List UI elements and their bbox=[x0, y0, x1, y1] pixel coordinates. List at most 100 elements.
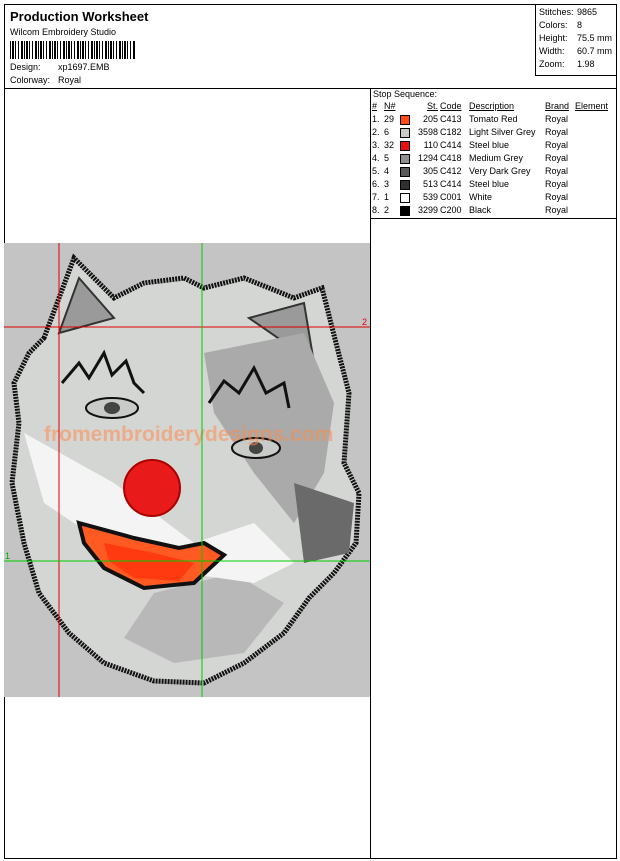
color-swatch-icon bbox=[400, 127, 410, 138]
stat-row: Colors: 8 bbox=[539, 19, 614, 32]
color-swatch-icon bbox=[400, 140, 410, 151]
row-index: 4. bbox=[372, 153, 380, 163]
row-element bbox=[574, 126, 609, 139]
row-code: C413 bbox=[440, 114, 462, 124]
stat-label: Colors: bbox=[539, 20, 568, 30]
design-value: xp1697.EMB bbox=[58, 62, 110, 72]
stat-row: Height: 75.5 mm bbox=[539, 32, 614, 45]
col-element: Element bbox=[575, 101, 609, 111]
stat-value: 75.5 mm bbox=[577, 33, 613, 43]
stat-value: 60.7 mm bbox=[577, 46, 613, 56]
table-row: 4. 5 1294 C418 Medium Grey Royal bbox=[371, 152, 609, 165]
table-row: 5. 4 305 C412 Very Dark Grey Royal bbox=[371, 165, 609, 178]
table-row: 6. 3 513 C414 Steel blue Royal bbox=[371, 178, 609, 191]
row-swatch bbox=[399, 139, 413, 152]
color-swatch-icon bbox=[400, 179, 410, 190]
row-brand: Royal bbox=[545, 127, 569, 137]
red-marker-label: 2 bbox=[362, 317, 367, 327]
design-preview: fromembroiderydesigns.com 2 1 bbox=[4, 243, 370, 697]
design-label: Design: bbox=[10, 62, 41, 72]
col-stitches: St. bbox=[426, 101, 438, 111]
row-code: C001 bbox=[440, 192, 462, 202]
row-brand: Royal bbox=[545, 192, 569, 202]
col-code: Code bbox=[440, 101, 462, 111]
row-index: 5. bbox=[372, 166, 380, 176]
table-row: 8. 2 3299 C200 Black Royal bbox=[371, 204, 609, 217]
row-index: 3. bbox=[372, 140, 380, 150]
color-swatch-icon bbox=[400, 153, 410, 164]
row-swatch bbox=[399, 191, 413, 204]
row-brand: Royal bbox=[545, 166, 569, 176]
stat-row: Width: 60.7 mm bbox=[539, 45, 614, 58]
row-code: C418 bbox=[440, 153, 462, 163]
stat-label: Height: bbox=[539, 33, 568, 43]
row-description: Medium Grey bbox=[469, 153, 524, 163]
row-description: Tomato Red bbox=[469, 114, 518, 124]
table-row: 1. 29 205 C413 Tomato Red Royal bbox=[371, 113, 609, 126]
color-swatch-icon bbox=[400, 205, 410, 216]
row-index: 8. bbox=[372, 205, 380, 215]
colorway-value: Royal bbox=[58, 75, 82, 85]
colorway-row: Colorway: Royal bbox=[10, 75, 81, 85]
stop-sequence-table: # N# St. Code Description Brand Element … bbox=[371, 100, 609, 217]
nose bbox=[123, 459, 181, 517]
row-needle: 29 bbox=[384, 114, 395, 124]
row-element bbox=[574, 204, 609, 217]
row-code: C412 bbox=[440, 166, 462, 176]
row-brand: Royal bbox=[545, 140, 569, 150]
row-swatch bbox=[399, 178, 413, 191]
row-code: C414 bbox=[440, 179, 462, 189]
stat-value: 1.98 bbox=[577, 59, 595, 69]
row-needle: 2 bbox=[384, 205, 390, 215]
table-header-row: # N# St. Code Description Brand Element bbox=[371, 100, 609, 113]
row-brand: Royal bbox=[545, 114, 569, 124]
row-needle: 32 bbox=[384, 140, 395, 150]
row-stitches: 3598 bbox=[417, 127, 438, 137]
row-code: C200 bbox=[440, 205, 462, 215]
col-description: Description bbox=[469, 101, 515, 111]
row-description: Steel blue bbox=[469, 179, 510, 189]
color-swatch-icon bbox=[400, 192, 410, 203]
row-element bbox=[574, 165, 609, 178]
col-needle: N# bbox=[384, 101, 396, 111]
stat-label: Zoom: bbox=[539, 59, 565, 69]
row-swatch bbox=[399, 113, 413, 126]
row-index: 7. bbox=[372, 192, 380, 202]
software-name: Wilcom Embroidery Studio bbox=[10, 27, 117, 37]
row-needle: 3 bbox=[384, 179, 390, 189]
col-brand: Brand bbox=[545, 101, 570, 111]
row-element bbox=[574, 113, 609, 126]
row-stitches: 513 bbox=[422, 179, 438, 189]
row-stitches: 3299 bbox=[417, 205, 438, 215]
row-element bbox=[574, 152, 609, 165]
stat-row: Zoom: 1.98 bbox=[539, 58, 614, 71]
row-stitches: 1294 bbox=[417, 153, 438, 163]
stat-value: 8 bbox=[577, 20, 583, 30]
design-row: Design: xp1697.EMB bbox=[10, 62, 110, 72]
stat-row: Stitches: 9865 bbox=[539, 6, 614, 19]
stop-sequence-title: Stop Sequence: bbox=[373, 89, 438, 99]
row-stitches: 205 bbox=[422, 114, 438, 124]
watermark-text: fromembroiderydesigns.com bbox=[44, 423, 333, 446]
green-marker-label: 1 bbox=[5, 551, 10, 561]
stat-value: 9865 bbox=[577, 7, 598, 17]
row-code: C414 bbox=[440, 140, 462, 150]
row-swatch bbox=[399, 204, 413, 217]
stop-sequence-panel: Stop Sequence: # N# St. Code Description… bbox=[371, 89, 617, 219]
row-index: 6. bbox=[372, 179, 380, 189]
row-index: 1. bbox=[372, 114, 380, 124]
stat-label: Stitches: bbox=[539, 7, 574, 17]
row-stitches: 110 bbox=[423, 140, 438, 150]
row-element bbox=[574, 191, 609, 204]
row-description: Black bbox=[469, 205, 492, 215]
row-element bbox=[574, 139, 609, 152]
row-element bbox=[574, 178, 609, 191]
color-swatch-icon bbox=[400, 114, 410, 125]
left-pupil bbox=[104, 402, 120, 414]
row-swatch bbox=[399, 126, 413, 139]
row-brand: Royal bbox=[545, 153, 569, 163]
row-needle: 4 bbox=[384, 166, 390, 176]
table-row: 3. 32 110 C414 Steel blue Royal bbox=[371, 139, 609, 152]
row-index: 2. bbox=[372, 127, 380, 137]
row-brand: Royal bbox=[545, 179, 569, 189]
